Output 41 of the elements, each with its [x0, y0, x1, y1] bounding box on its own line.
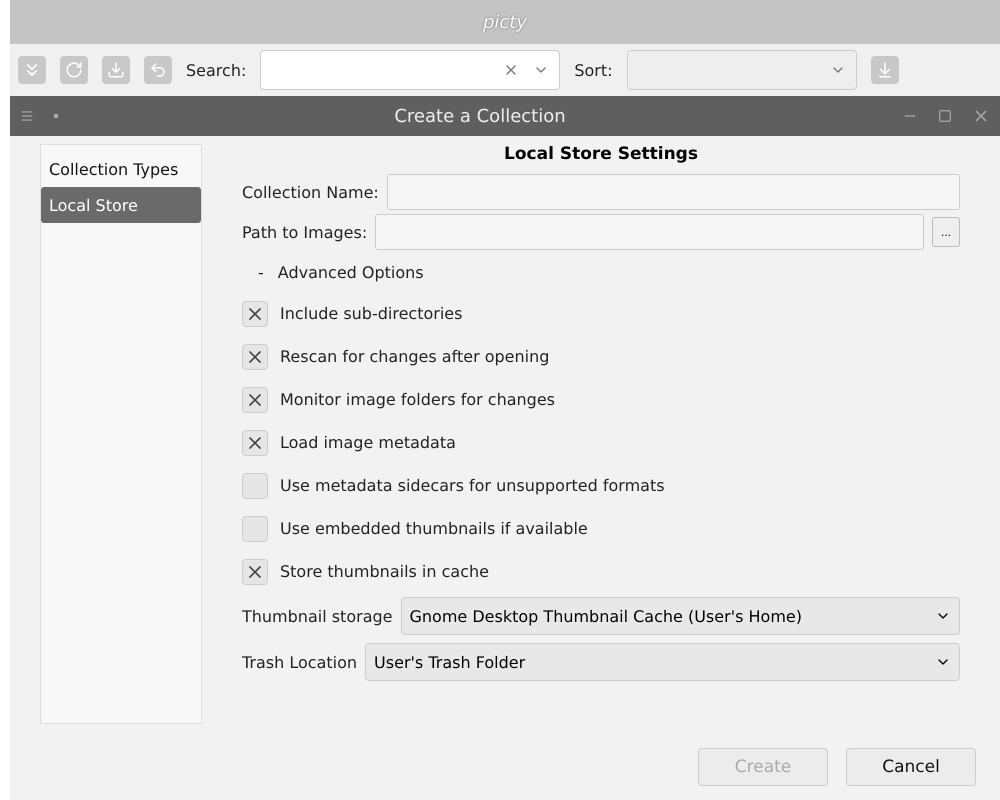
chevrons-down-icon[interactable] — [18, 56, 46, 84]
checkbox[interactable] — [242, 386, 268, 412]
list-item[interactable]: Collection Types — [41, 151, 201, 187]
search-label: Search: — [186, 60, 246, 80]
browse-button[interactable]: ... — [932, 217, 960, 247]
checkbox[interactable] — [242, 516, 268, 542]
checkbox-label: Include sub-directories — [280, 304, 462, 323]
checkbox-label: Load image metadata — [280, 433, 456, 452]
field-label: Thumbnail storage — [242, 606, 392, 626]
field-label: Collection Name: — [242, 182, 379, 202]
text-field[interactable] — [375, 214, 924, 250]
download-icon[interactable] — [102, 56, 130, 84]
field-label: Path to Images: — [242, 222, 368, 242]
dialog-button[interactable]: Cancel — [846, 748, 976, 786]
menu-icon[interactable] — [20, 109, 34, 123]
undo-icon[interactable] — [144, 56, 172, 84]
list-item[interactable]: Local Store — [41, 187, 201, 223]
expander-label[interactable]: Advanced Options — [278, 262, 424, 282]
dialog-title: Create a Collection — [393, 106, 567, 126]
sort-order-icon[interactable] — [870, 56, 899, 84]
checkbox[interactable] — [242, 300, 268, 326]
search-field[interactable] — [260, 50, 560, 90]
checkbox[interactable] — [242, 344, 268, 370]
checkbox-label: Use embedded thumbnails if available — [280, 519, 588, 538]
checkbox-label: Rescan for changes after opening — [280, 347, 550, 366]
text-field[interactable] — [386, 174, 960, 210]
dropdown[interactable]: User's Trash Folder — [365, 643, 960, 681]
dropdown[interactable]: Gnome Desktop Thumbnail Cache (User's Home) — [400, 597, 960, 635]
refresh-icon[interactable] — [60, 56, 88, 84]
checkbox[interactable] — [242, 558, 268, 584]
section-heading: Local Store Settings — [504, 144, 698, 166]
checkbox-label: Monitor image folders for changes — [280, 390, 555, 409]
expander-toggle[interactable]: - — [258, 262, 264, 282]
sort-label: Sort: — [574, 60, 613, 80]
maximize-icon[interactable] — [938, 109, 952, 123]
field-label: Trash Location — [242, 652, 358, 672]
checkbox-label: Store thumbnails in cache — [280, 562, 489, 581]
checkbox[interactable] — [242, 472, 268, 498]
checkbox-label: Use metadata sidecars for unsupported formats — [280, 476, 665, 495]
window-title: picty — [482, 12, 528, 32]
checkbox[interactable] — [242, 430, 268, 456]
